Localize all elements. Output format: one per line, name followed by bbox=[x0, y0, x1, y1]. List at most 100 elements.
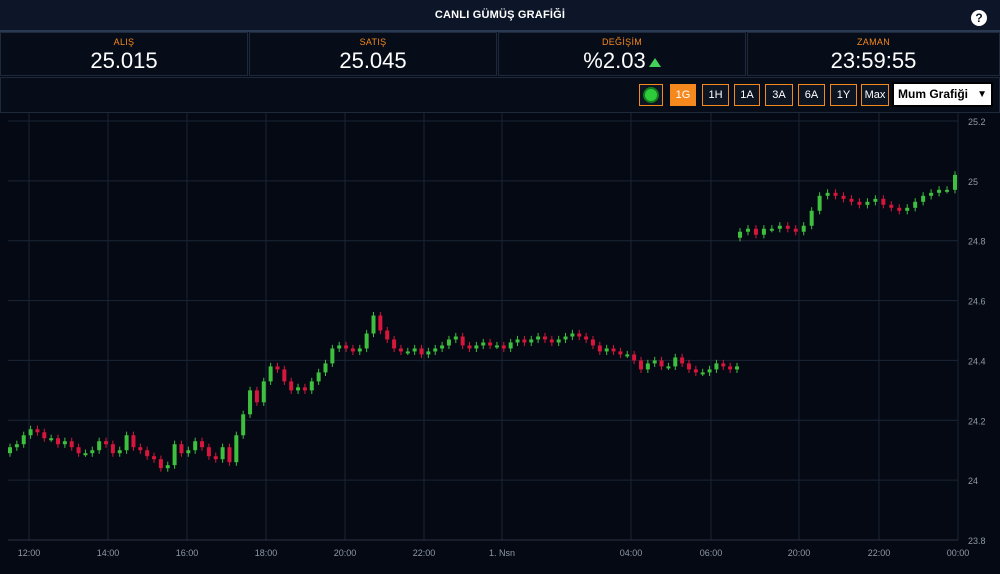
candle bbox=[227, 447, 232, 463]
candle bbox=[549, 339, 554, 343]
candle bbox=[446, 339, 451, 346]
candle bbox=[124, 435, 129, 451]
x-tick-label: 06:00 bbox=[700, 548, 723, 558]
candle bbox=[453, 336, 458, 340]
candle bbox=[522, 339, 527, 343]
candle bbox=[412, 348, 417, 352]
candle bbox=[35, 429, 40, 433]
chart-type-value: Mum Grafiği bbox=[898, 87, 969, 101]
trend-up-icon bbox=[648, 57, 661, 67]
x-tick-label: 20:00 bbox=[334, 548, 357, 558]
candle bbox=[529, 339, 534, 343]
candle bbox=[378, 315, 383, 331]
y-tick-label: 24.8 bbox=[968, 237, 986, 247]
candle bbox=[42, 432, 47, 439]
stat-alis: ALIŞ 25.015 bbox=[0, 32, 248, 76]
candle bbox=[152, 456, 157, 460]
candle bbox=[645, 363, 650, 370]
candle bbox=[841, 195, 846, 199]
candle bbox=[686, 363, 691, 370]
range-button-1a[interactable]: 1A bbox=[734, 84, 760, 106]
candle bbox=[316, 372, 321, 382]
candle bbox=[350, 348, 355, 352]
candle bbox=[801, 225, 806, 232]
candle bbox=[508, 342, 513, 349]
candle bbox=[90, 450, 95, 454]
candle bbox=[889, 204, 894, 208]
candle bbox=[536, 336, 541, 340]
range-button-6a[interactable]: 6A bbox=[798, 84, 825, 106]
candle bbox=[268, 366, 273, 382]
candle bbox=[426, 351, 431, 355]
candle bbox=[14, 444, 19, 448]
candle bbox=[809, 210, 814, 226]
candle bbox=[261, 381, 266, 403]
x-tick-label: 22:00 bbox=[413, 548, 436, 558]
candle bbox=[921, 195, 926, 202]
candle bbox=[563, 336, 568, 340]
candle bbox=[56, 438, 61, 445]
candle bbox=[481, 342, 486, 346]
candle bbox=[873, 198, 878, 202]
candle bbox=[302, 387, 307, 391]
candle bbox=[542, 336, 547, 340]
y-tick-label: 23.8 bbox=[968, 536, 986, 546]
candle bbox=[145, 450, 150, 457]
range-button-1h[interactable]: 1H bbox=[702, 84, 729, 106]
y-tick-label: 25.2 bbox=[968, 117, 986, 127]
range-button-1y[interactable]: 1Y bbox=[830, 84, 857, 106]
candle bbox=[817, 195, 822, 211]
chart-type-select[interactable]: Mum Grafiği ▼ bbox=[892, 82, 993, 107]
candle bbox=[392, 339, 397, 349]
range-button-3a[interactable]: 3A bbox=[765, 84, 793, 106]
candle bbox=[488, 342, 493, 346]
candle bbox=[104, 441, 109, 445]
candle bbox=[344, 345, 349, 349]
help-icon[interactable]: ? bbox=[971, 10, 987, 26]
x-tick-label: 1. Nsn bbox=[489, 548, 515, 558]
stat-degisim-wrapper: %2.03 bbox=[499, 48, 745, 74]
range-button-1g[interactable]: 1G bbox=[670, 84, 696, 106]
candle bbox=[707, 369, 712, 373]
candle bbox=[200, 441, 205, 448]
candle bbox=[138, 447, 143, 451]
candle bbox=[193, 441, 198, 451]
stat-satis: SATIŞ 25.045 bbox=[249, 32, 497, 76]
y-tick-label: 24 bbox=[968, 476, 978, 486]
stat-zaman-value: 23:59:55 bbox=[830, 48, 917, 73]
live-toggle-button[interactable] bbox=[639, 84, 663, 106]
candle bbox=[680, 357, 685, 364]
candle bbox=[937, 189, 942, 193]
candle bbox=[398, 348, 403, 352]
candle bbox=[494, 345, 499, 348]
candle bbox=[186, 450, 191, 454]
candle bbox=[793, 228, 798, 232]
candle bbox=[248, 390, 253, 415]
candle bbox=[584, 336, 589, 340]
candle bbox=[769, 228, 774, 231]
candle bbox=[179, 444, 184, 454]
stat-alis-label: ALIŞ bbox=[113, 37, 135, 47]
candle bbox=[62, 441, 67, 445]
candle bbox=[385, 330, 390, 340]
y-axis: 25.2 25 24.8 24.6 24.4 24.2 24 23.8 bbox=[968, 117, 986, 546]
candle bbox=[110, 444, 115, 454]
candle bbox=[929, 192, 934, 196]
candles-group bbox=[8, 171, 957, 472]
chart-grid bbox=[8, 113, 959, 541]
x-tick-label: 22:00 bbox=[868, 548, 891, 558]
candle bbox=[857, 201, 862, 205]
candle bbox=[131, 435, 136, 448]
candle bbox=[213, 456, 218, 460]
stat-degisim-label: DEĞİŞİM bbox=[601, 37, 643, 47]
range-button-max[interactable]: Max bbox=[861, 84, 889, 106]
candle bbox=[590, 339, 595, 346]
candle bbox=[49, 438, 54, 441]
candle bbox=[905, 207, 910, 211]
candle bbox=[83, 453, 88, 456]
candle bbox=[881, 198, 886, 205]
y-tick-label: 24.4 bbox=[968, 356, 986, 366]
candle bbox=[323, 363, 328, 373]
stats-bar: ALIŞ 25.015 SATIŞ 25.045 DEĞİŞİM %2.03 Z… bbox=[0, 32, 1000, 76]
candle bbox=[172, 444, 177, 466]
